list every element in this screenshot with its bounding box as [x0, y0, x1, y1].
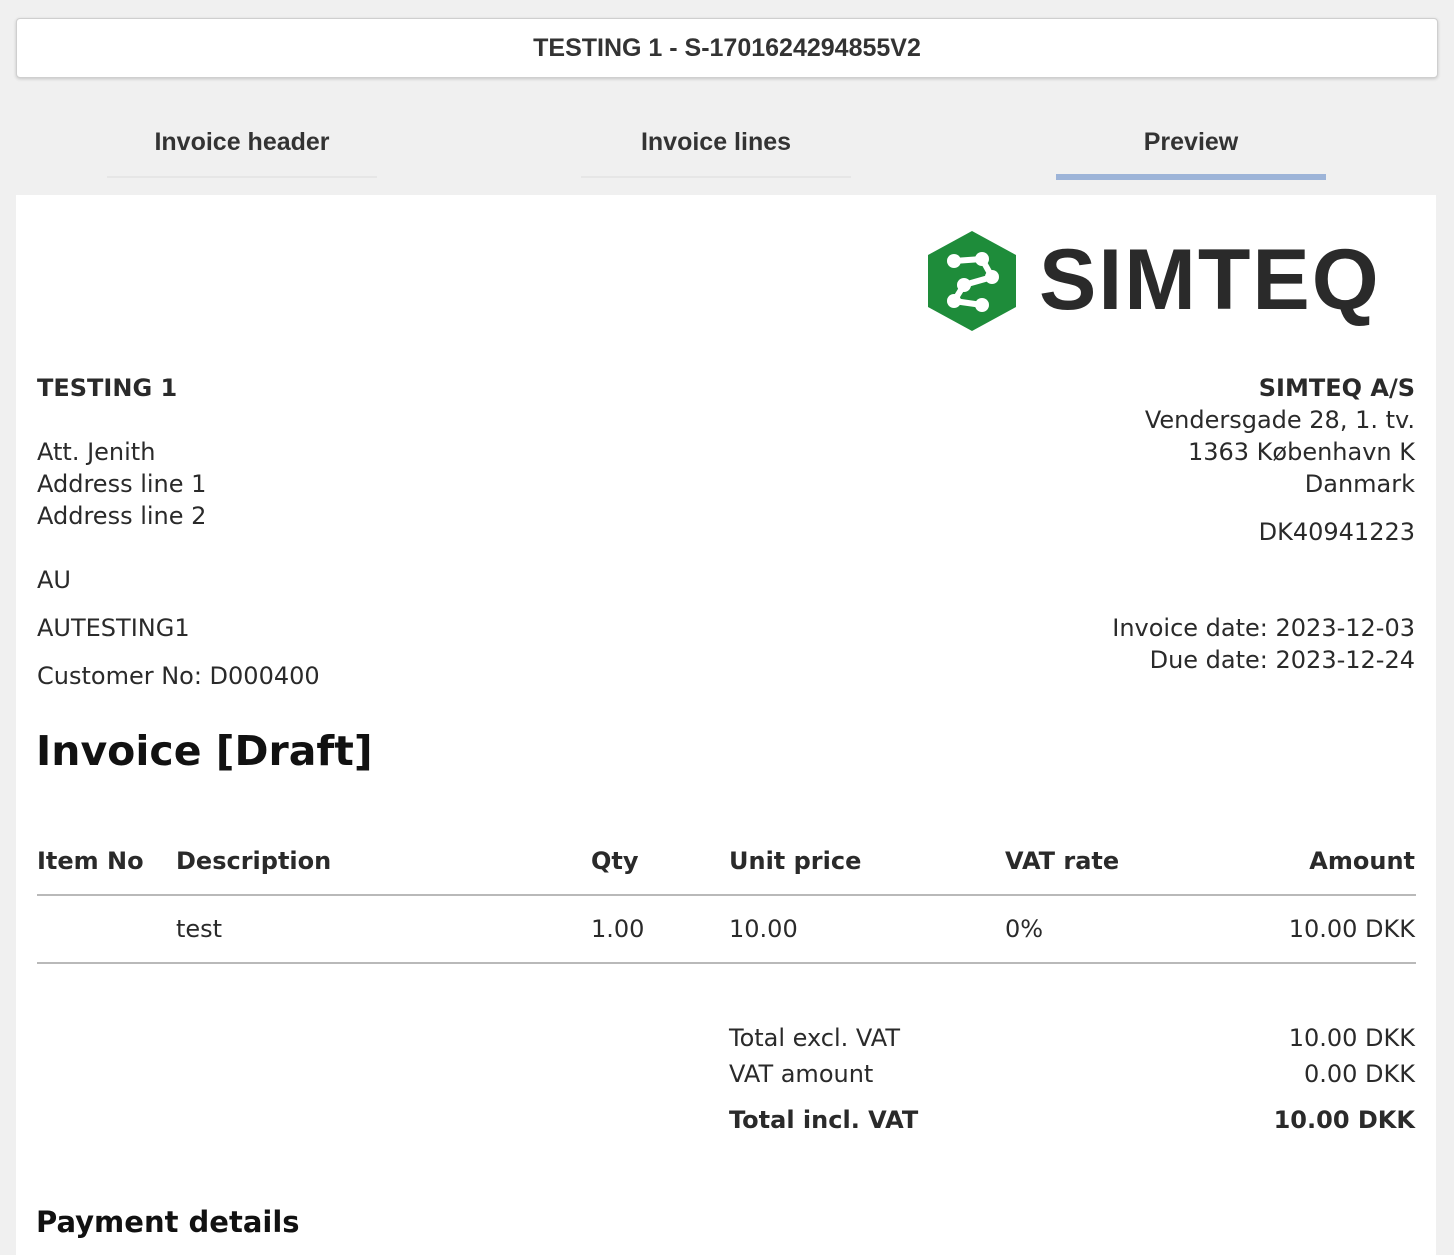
invoice-preview: SIMTEQ TESTING 1 Att. Jenith Address lin… [16, 195, 1436, 1255]
col-header-vat-rate: VAT rate [1005, 847, 1120, 875]
invoice-title: Invoice [Draft] [36, 727, 373, 775]
col-header-description: Description [176, 847, 332, 875]
col-header-amount: Amount [1309, 847, 1415, 875]
due-date: Due date: 2023-12-24 [1149, 646, 1415, 674]
total-incl-vat-value: 10.00 DKK [1273, 1106, 1415, 1134]
seller-city: 1363 København K [1187, 438, 1415, 466]
customer-vat-id: AUTESTING1 [37, 614, 190, 642]
payment-details-heading: Payment details [36, 1205, 300, 1239]
logo-wordmark: SIMTEQ [1039, 232, 1381, 328]
col-header-unit-price: Unit price [729, 847, 862, 875]
vat-amount-value: 0.00 DKK [1303, 1060, 1415, 1088]
total-incl-vat-label: Total incl. VAT [729, 1106, 919, 1134]
col-header-item-no: Item No [37, 847, 144, 875]
seller-country: Danmark [1304, 470, 1415, 498]
cell-amount: 10.00 DKK [1288, 915, 1415, 943]
seller-name: SIMTEQ A/S [1258, 374, 1415, 402]
total-excl-vat-label: Total excl. VAT [729, 1024, 901, 1052]
table-row-divider [37, 962, 1416, 964]
seller-vat-id: DK40941223 [1258, 518, 1415, 546]
cell-vat-rate: 0% [1005, 915, 1044, 943]
vat-amount-label: VAT amount [729, 1060, 874, 1088]
tab-invoice-header[interactable]: Invoice header [107, 110, 377, 178]
tab-preview[interactable]: Preview [1056, 110, 1326, 180]
window-title: TESTING 1 - S-1701624294855V2 [16, 18, 1438, 78]
total-excl-vat-value: 10.00 DKK [1288, 1024, 1415, 1052]
cell-qty: 1.00 [591, 915, 645, 943]
customer-number: Customer No: D000400 [37, 662, 320, 690]
cell-unit-price: 10.00 [729, 915, 798, 943]
tab-bar: Invoice header Invoice lines Preview [0, 110, 1454, 180]
customer-country: AU [37, 566, 71, 594]
simteq-logo: SIMTEQ [924, 229, 1420, 333]
invoice-date: Invoice date: 2023-12-03 [1112, 614, 1415, 642]
col-header-qty: Qty [591, 847, 639, 875]
cell-description: test [176, 915, 223, 943]
hexagon-molecule-icon [928, 231, 1016, 331]
customer-att: Att. Jenith [37, 438, 156, 466]
table-header-divider [37, 894, 1416, 896]
tab-invoice-lines[interactable]: Invoice lines [581, 110, 851, 178]
customer-address-2: Address line 2 [37, 502, 207, 530]
customer-name: TESTING 1 [37, 374, 178, 402]
seller-street: Vendersgade 28, 1. tv. [1144, 406, 1415, 434]
customer-address-1: Address line 1 [37, 470, 207, 498]
